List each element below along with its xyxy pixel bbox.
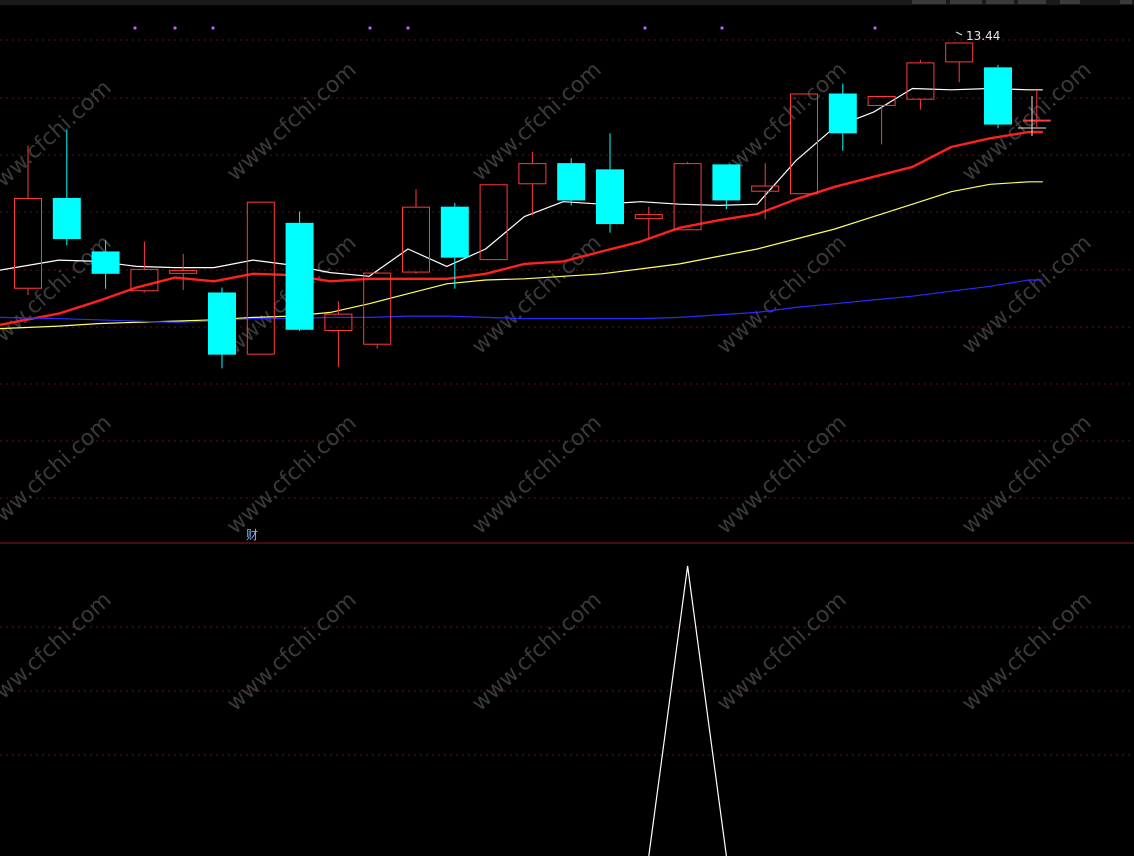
- ma5-line: [0, 87, 1043, 277]
- top-marker-dot: [720, 26, 724, 30]
- top-marker-dot: [368, 26, 372, 30]
- candle: [673, 161, 702, 231]
- candle: [596, 133, 624, 233]
- candle-body: [440, 206, 469, 258]
- candle-body: [673, 163, 702, 231]
- top-marker-dot: [643, 26, 647, 30]
- candle-body: [751, 185, 780, 192]
- candle: [828, 83, 857, 151]
- candle-body: [1022, 119, 1051, 122]
- candle-body: [363, 272, 392, 345]
- candle-body: [518, 163, 547, 185]
- candle-body: [906, 62, 935, 100]
- watermark-text: www.cfchi.com: [712, 411, 851, 540]
- watermark-text: www.cfchi.com: [0, 231, 117, 360]
- candle-body: [324, 313, 353, 332]
- indicator-lines: [648, 565, 727, 856]
- candle: [867, 95, 896, 145]
- watermark-text: www.cfchi.com: [712, 231, 851, 360]
- candle: [906, 59, 935, 110]
- candles-layer: [14, 42, 1051, 369]
- candle-body: [479, 184, 508, 261]
- high-price-label: 13.44: [966, 29, 1000, 43]
- watermark-text: www.cfchi.com: [957, 588, 1096, 717]
- candle-body: [945, 42, 974, 63]
- candle-body: [208, 292, 236, 355]
- candle-body: [557, 163, 586, 201]
- indicator-spike-line: [648, 565, 727, 856]
- candle-body: [52, 197, 81, 239]
- watermark-text: www.cfchi.com: [0, 76, 117, 205]
- watermark-text: www.cfchi.com: [467, 588, 606, 717]
- candle: [285, 211, 314, 332]
- candle: [324, 301, 353, 368]
- candle: [208, 287, 236, 369]
- candle-body: [984, 67, 1012, 125]
- candle: [402, 189, 430, 274]
- top-marker-dot: [173, 26, 177, 30]
- cai-signal-label: 财: [246, 528, 259, 542]
- candlestick-chart: www.cfchi.com www.cfchi.com www.cfchi.com w…: [0, 26, 1134, 856]
- candle: [984, 64, 1012, 129]
- watermark-text: www.cfchi.com: [957, 411, 1096, 540]
- candle: [557, 158, 586, 206]
- candle-body: [712, 164, 741, 201]
- candle: [945, 42, 974, 83]
- candle-body: [596, 169, 624, 225]
- watermark-text: www.cfchi.com: [957, 58, 1096, 187]
- stock-chart-window: www.cfchi.com www.cfchi.com www.cfchi.com w…: [0, 0, 1134, 856]
- candle-body: [91, 251, 120, 274]
- candle-body: [285, 222, 314, 330]
- candle-body: [634, 214, 663, 220]
- high-price-marker: 13.44: [955, 29, 1000, 43]
- top-marker-dot: [133, 26, 137, 30]
- watermark-text: www.cfchi.com: [222, 58, 361, 187]
- top-marker-dot: [873, 26, 877, 30]
- top-marker-dot: [406, 26, 410, 30]
- candle: [479, 184, 508, 261]
- candle-body: [828, 93, 857, 134]
- high-price-pointer: [955, 31, 963, 36]
- watermark-text: www.cfchi.com: [467, 231, 606, 360]
- watermark-text: www.cfchi.com: [0, 588, 117, 717]
- watermark-text: www.cfchi.com: [0, 411, 117, 540]
- watermark-text: www.cfchi.com: [712, 588, 851, 717]
- watermark-text: www.cfchi.com: [222, 588, 361, 717]
- candle: [712, 164, 741, 210]
- candle: [751, 163, 780, 220]
- watermark-text: www.cfchi.com: [957, 231, 1096, 360]
- candle: [363, 271, 392, 349]
- watermark-text: www.cfchi.com: [467, 411, 606, 540]
- top-marker-dot: [211, 26, 215, 30]
- candle: [169, 253, 198, 290]
- watermark-text: www.cfchi.com: [222, 411, 361, 540]
- candle-body: [402, 206, 430, 273]
- top-marker-dots: [133, 26, 877, 30]
- candle: [518, 151, 547, 216]
- candle-body: [169, 270, 198, 274]
- watermark-text: www.cfchi.com: [467, 58, 606, 187]
